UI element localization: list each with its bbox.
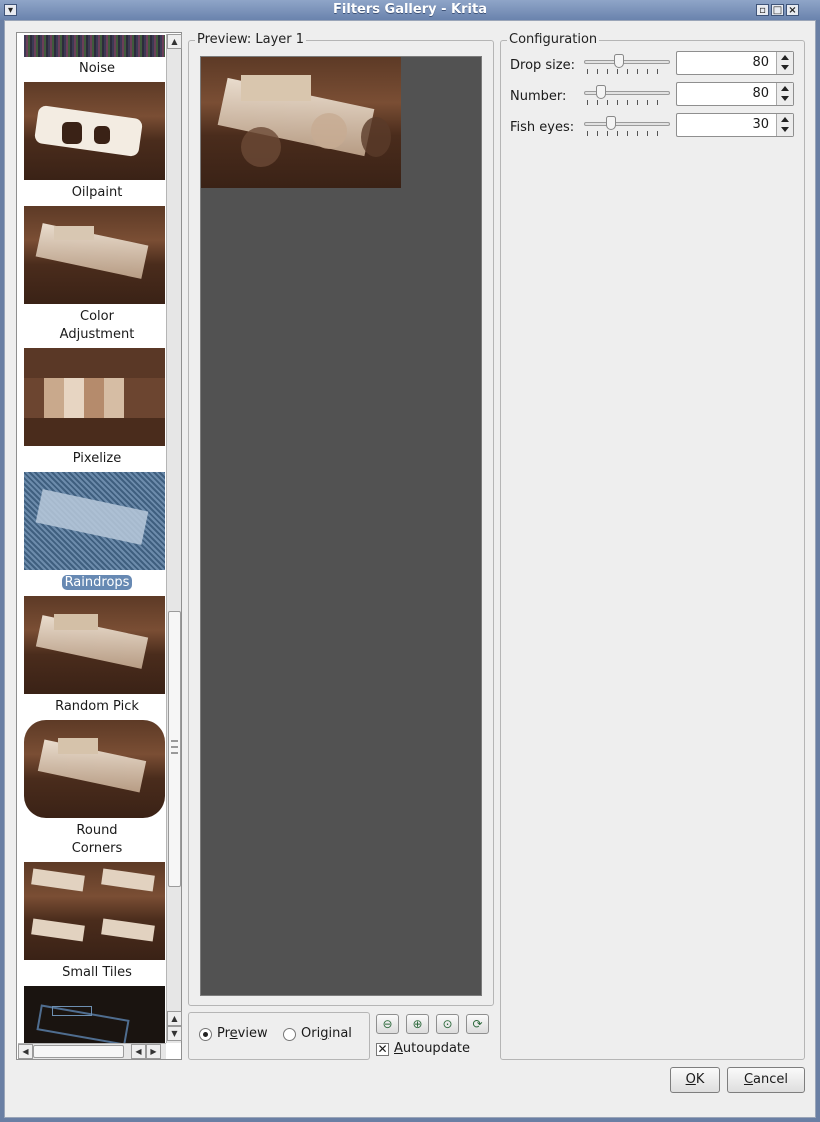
filter-list: Noise Oilpaint Color Adjustment Pixelize… [16, 32, 182, 1060]
scroll-left-arrow-icon[interactable]: ◀ [18, 1044, 33, 1059]
filter-label: Random Pick [55, 699, 139, 714]
filter-list-vertical-scrollbar[interactable]: ▲ ▲ ▼ [166, 34, 182, 1043]
filter-thumbnail [24, 596, 165, 694]
filter-label: Corners [71, 841, 123, 856]
scrollbar-thumb[interactable] [33, 1045, 124, 1058]
autoupdate-label[interactable]: Autoupdate [394, 1040, 470, 1058]
preview-image [201, 57, 401, 188]
cancel-button[interactable]: Cancel [727, 1067, 805, 1093]
maximize-button[interactable]: □ [771, 4, 784, 16]
fish-eyes-label: Fish eyes: [510, 120, 575, 135]
filter-thumbnail [24, 720, 165, 818]
drop-size-value[interactable]: 80 [752, 55, 769, 70]
number-label: Number: [510, 89, 567, 104]
drop-size-spinbox[interactable]: 80 [676, 51, 794, 75]
scrollbar-thumb[interactable] [168, 611, 181, 887]
refresh-button[interactable]: ⟳ [466, 1014, 489, 1034]
filter-thumbnail [24, 986, 165, 1043]
scroll-left-arrow-icon[interactable]: ◀ [131, 1044, 146, 1059]
slider-handle[interactable] [606, 116, 616, 130]
number-slider[interactable] [584, 85, 670, 107]
spin-up-arrow-icon[interactable] [781, 55, 789, 60]
preview-group-title: Preview: Layer 1 [195, 32, 307, 48]
fish-eyes-spinbox[interactable]: 30 [676, 113, 794, 137]
scroll-down-arrow-icon[interactable]: ▼ [167, 1026, 182, 1041]
drop-size-label: Drop size: [510, 58, 575, 73]
filter-label: Noise [78, 61, 116, 76]
filter-thumbnail [24, 472, 165, 570]
zoom-actual-size-icon: ⊙ [442, 1017, 453, 1031]
drop-size-slider[interactable] [584, 54, 670, 76]
close-button[interactable]: × [786, 4, 799, 16]
spin-buttons[interactable] [776, 114, 793, 136]
slider-handle[interactable] [614, 54, 624, 68]
zoom-in-button[interactable]: ⊕ [406, 1014, 429, 1034]
slider-handle[interactable] [596, 85, 606, 99]
preview-radio[interactable] [199, 1028, 212, 1041]
filter-thumbnail [24, 206, 165, 304]
filter-label: Small Tiles [62, 965, 132, 980]
spin-up-arrow-icon[interactable] [781, 117, 789, 122]
preview-canvas [200, 56, 482, 996]
filter-label: Raindrops [18, 574, 166, 592]
selected-filter-label: Raindrops [61, 575, 133, 590]
filter-label: Oilpaint [71, 185, 123, 200]
scroll-right-arrow-icon[interactable]: ▶ [146, 1044, 161, 1059]
ok-button[interactable]: OK [670, 1067, 720, 1093]
filter-list-horizontal-scrollbar[interactable]: ◀ ◀ ▶ [18, 1043, 166, 1059]
number-value[interactable]: 80 [752, 86, 769, 101]
spin-buttons[interactable] [776, 52, 793, 74]
fish-eyes-value[interactable]: 30 [752, 117, 769, 132]
minimize-button[interactable]: ▫ [756, 4, 769, 16]
filter-label: Round [76, 823, 118, 838]
zoom-out-icon: ⊖ [382, 1017, 393, 1031]
window-title: Filters Gallery - Krita [333, 2, 487, 17]
scroll-up-arrow-icon[interactable]: ▲ [167, 1011, 182, 1026]
title-bar[interactable]: ▾ Filters Gallery - Krita ▫ □ × [0, 0, 820, 20]
zoom-out-button[interactable]: ⊖ [376, 1014, 399, 1034]
original-radio-label[interactable]: Original [301, 1025, 352, 1043]
spin-down-arrow-icon[interactable] [781, 96, 789, 101]
number-spinbox[interactable]: 80 [676, 82, 794, 106]
filter-thumbnail [24, 82, 165, 180]
filter-label: Color [80, 309, 114, 324]
filter-label: Adjustment [59, 327, 135, 342]
preview-radio-label[interactable]: Preview [217, 1025, 268, 1043]
filter-thumbnail [24, 348, 165, 446]
filter-thumbnails: Noise Oilpaint Color Adjustment Pixelize… [18, 34, 166, 1043]
filter-label: Pixelize [72, 451, 122, 466]
spin-up-arrow-icon[interactable] [781, 86, 789, 91]
autoupdate-checkbox[interactable]: ✕ [376, 1043, 389, 1056]
zoom-in-icon: ⊕ [412, 1017, 423, 1031]
fish-eyes-slider[interactable] [584, 116, 670, 138]
configuration-group [500, 40, 805, 1060]
spin-buttons[interactable] [776, 83, 793, 105]
scroll-up-arrow-icon[interactable]: ▲ [167, 34, 182, 49]
original-radio[interactable] [283, 1028, 296, 1041]
filter-thumbnail [24, 862, 165, 960]
spin-down-arrow-icon[interactable] [781, 65, 789, 70]
configuration-group-title: Configuration [507, 32, 600, 48]
spin-down-arrow-icon[interactable] [781, 127, 789, 132]
zoom-actual-size-button[interactable]: ⊙ [436, 1014, 459, 1034]
refresh-icon: ⟳ [472, 1017, 483, 1031]
filter-thumbnail [24, 35, 165, 57]
